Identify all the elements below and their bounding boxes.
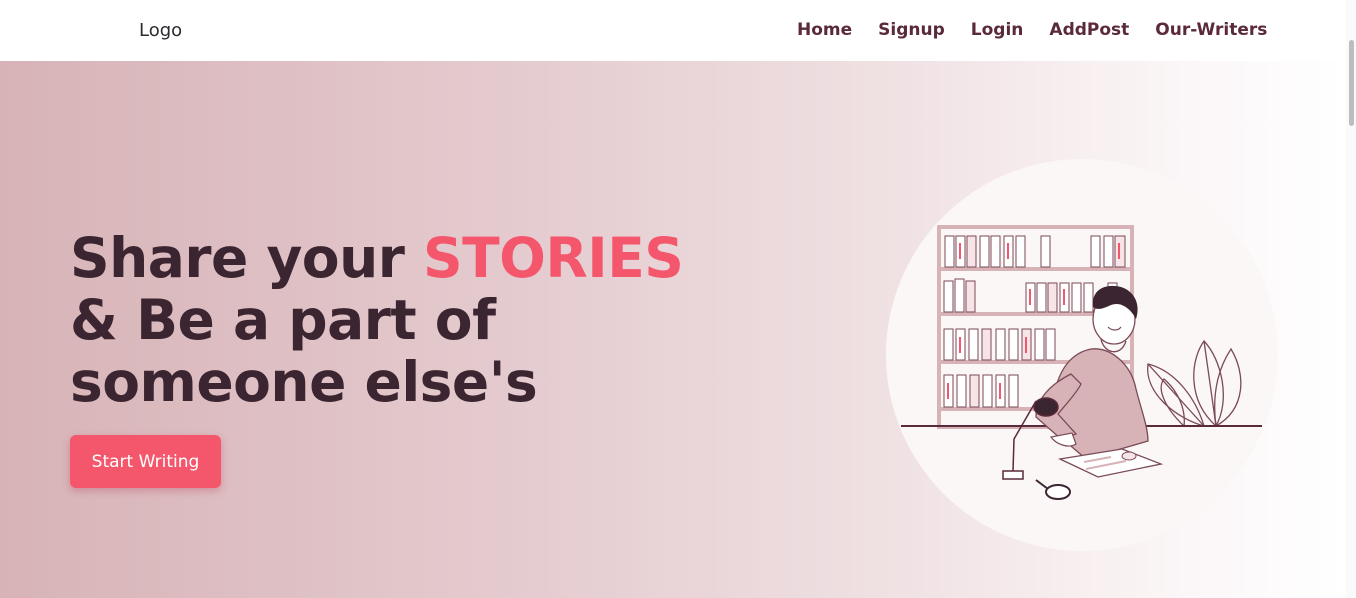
nav-link-signup[interactable]: Signup: [878, 20, 945, 40]
logo[interactable]: Logo: [139, 20, 182, 41]
nav-links: Home Signup Login AddPost Our-Writers: [797, 20, 1267, 40]
navbar: Logo Home Signup Login AddPost Our-Write…: [0, 0, 1356, 61]
nav-link-our-writers[interactable]: Our-Writers: [1155, 20, 1267, 40]
start-writing-button[interactable]: Start Writing: [70, 435, 221, 488]
headline-part1: Share your: [70, 226, 424, 290]
reading-person-illustration: [886, 159, 1278, 551]
scrollbar-thumb[interactable]: [1349, 40, 1354, 126]
hero-headline: Share your STORIES & Be a part of someon…: [70, 227, 710, 413]
headline-accent: STORIES: [423, 226, 684, 290]
nav-link-home[interactable]: Home: [797, 20, 852, 40]
nav-link-login[interactable]: Login: [971, 20, 1024, 40]
page-scrollbar[interactable]: [1346, 0, 1356, 598]
headline-part2: & Be a part of someone else's: [70, 288, 538, 414]
nav-link-addpost[interactable]: AddPost: [1049, 20, 1129, 40]
hero-section: Share your STORIES & Be a part of someon…: [0, 61, 1346, 598]
